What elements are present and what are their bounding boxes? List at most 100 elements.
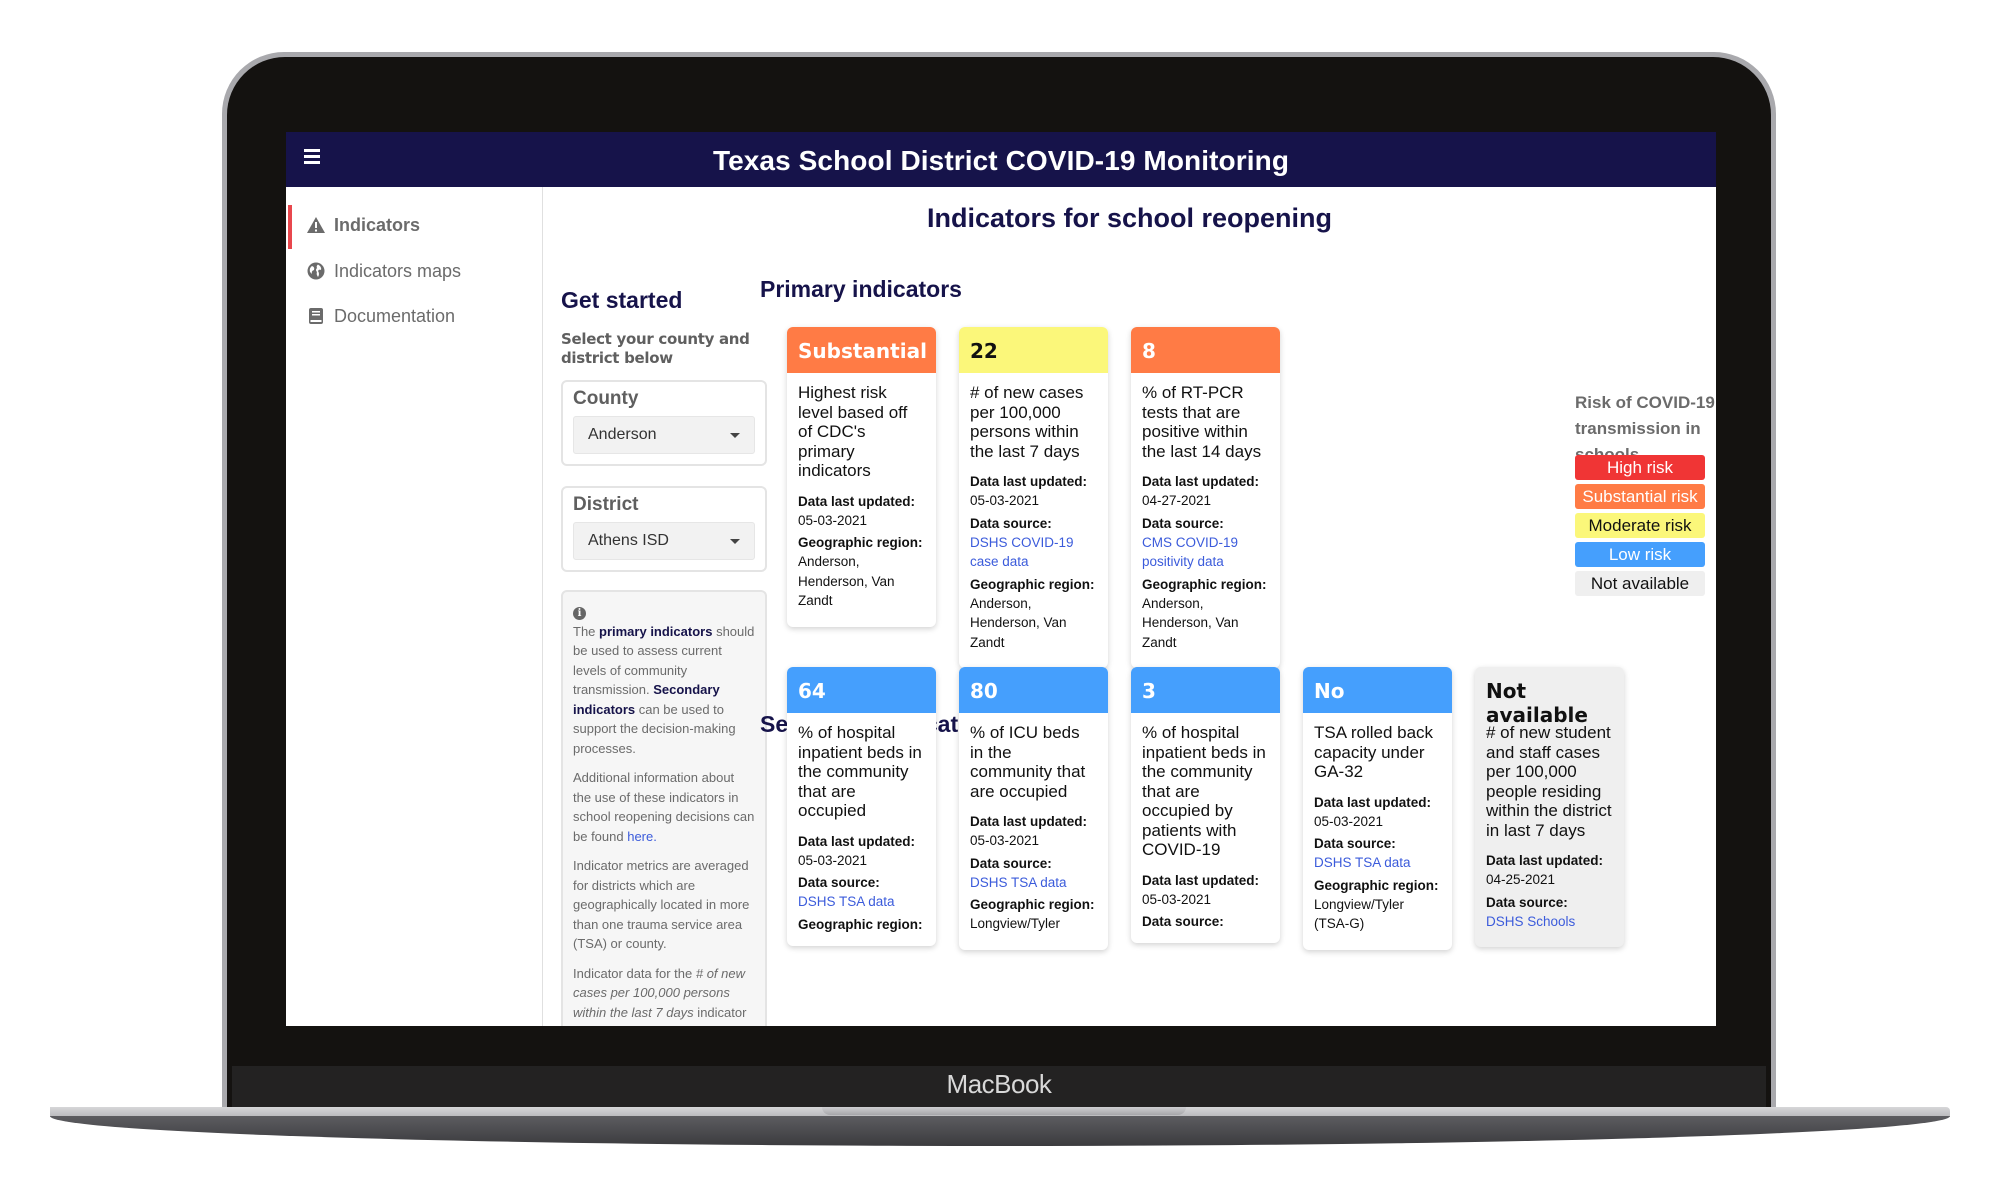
source-label: Data source:	[1142, 914, 1224, 929]
card-value: No	[1303, 667, 1452, 713]
updated-date: 05-03-2021	[1314, 813, 1384, 829]
district-field: District Athens ISD	[561, 486, 767, 572]
updated-label: Data last updated:	[1314, 794, 1432, 810]
region-value: Anderson, Henderson, Van Zandt	[798, 554, 895, 608]
card-body: TSA rolled back capacity under GA-32 Data…	[1303, 713, 1452, 950]
card-description: # of new student and staff cases per 100…	[1486, 723, 1612, 840]
source-label: Data source:	[1314, 836, 1396, 851]
warning-triangle-icon	[307, 217, 325, 233]
chevron-down-icon	[730, 539, 740, 544]
updated-date: 05-03-2021	[970, 833, 1040, 848]
legend-item: Substantial risk	[1575, 484, 1705, 509]
county-field: County Anderson	[561, 380, 767, 466]
district-select-value: Athens ISD	[588, 532, 669, 549]
card-value: Substantial	[787, 327, 936, 373]
sidebar-item-label: Indicators maps	[334, 261, 462, 281]
card-description: Highest risk level based off of CDC's pr…	[798, 383, 908, 480]
source-label: Data source:	[970, 515, 1052, 531]
legend-item: Moderate risk	[1575, 513, 1705, 538]
primary-indicator-card: 22 # of new cases per 100,000 persons wit…	[959, 327, 1108, 668]
card-value: 8	[1131, 327, 1280, 373]
primary-indicator-card: 8 % of RT-PCR tests that are positive wit…	[1131, 327, 1280, 668]
district-select[interactable]: Athens ISD	[573, 522, 755, 560]
card-body: # of new cases per 100,000 persons withi…	[959, 373, 1108, 668]
app-header: Texas School District COVID-19 Monitorin…	[286, 132, 1716, 187]
secondary-indicator-card: Not available # of new student and staff …	[1475, 667, 1624, 947]
updated-date: 05-03-2021	[970, 493, 1040, 508]
county-select-value: Anderson	[588, 426, 657, 443]
updated-date: 04-25-2021	[1486, 872, 1556, 887]
info-box: i The primary indicators should be used …	[561, 590, 767, 1026]
updated-label: Data last updated:	[798, 833, 916, 849]
region-value: Longview/Tyler	[970, 916, 1061, 931]
globe-icon	[307, 262, 325, 280]
sidebar-item-label: Indicators	[334, 215, 421, 235]
source-label: Data source:	[1142, 515, 1224, 531]
source-label: Data source:	[1486, 894, 1568, 910]
main-content: Indicators for school reopening Get star…	[543, 187, 1716, 1026]
updated-label: Data last updated:	[970, 474, 1088, 489]
book-icon	[309, 308, 323, 324]
card-value: 64	[787, 667, 936, 713]
primary-indicators-heading: Primary indicators	[760, 276, 962, 302]
laptop-chin: MacBook	[232, 1066, 1766, 1108]
source-link[interactable]: DSHS TSA data	[970, 873, 1097, 893]
sidebar-item-label: Documentation	[334, 306, 456, 326]
updated-label: Data last updated:	[1142, 474, 1260, 489]
primary-indicator-card: Substantial Highest risk level based off …	[787, 327, 936, 627]
region-value: Anderson, Henderson, Van Zandt	[970, 595, 1067, 650]
updated-date: 05-03-2021	[798, 852, 868, 868]
card-value: 80	[959, 667, 1108, 713]
get-started-panel: Get started Select your county and distr…	[561, 287, 767, 1026]
legend-item: Not available	[1575, 571, 1705, 596]
card-value: 22	[959, 327, 1108, 373]
device-brand-label: MacBook	[946, 1069, 1052, 1099]
card-body: % of hospital inpatient beds in the comm…	[1131, 713, 1280, 943]
select-hint: Select your county and district below	[561, 330, 750, 367]
card-description: % of hospital inpatient beds in the comm…	[1142, 723, 1266, 859]
secondary-indicator-card: 64 % of hospital inpatient beds in the co…	[787, 667, 936, 946]
legend-item: Low risk	[1575, 542, 1705, 567]
source-link[interactable]: CMS COVID-19 positivity data	[1142, 533, 1269, 572]
info-paragraph: Indicator data for the # of new cases pe…	[573, 965, 747, 1027]
sidebar-item-documentation[interactable]: Documentation	[286, 294, 542, 338]
county-label: County	[573, 388, 639, 409]
source-label: Data source:	[970, 855, 1052, 871]
sidebar-item-indicators[interactable]: Indicators	[286, 203, 542, 249]
updated-date: 05-03-2021	[1142, 891, 1212, 907]
info-icon: i	[573, 607, 586, 620]
info-paragraph: Indicator metrics are averaged for distr…	[573, 858, 750, 951]
source-link[interactable]: DSHS TSA data	[1314, 853, 1441, 873]
source-link[interactable]: DSHS COVID-19 case data	[970, 533, 1097, 572]
laptop-base	[50, 1116, 1950, 1146]
card-value: Not available	[1475, 667, 1624, 727]
region-label: Geographic region:	[1142, 576, 1267, 592]
sidebar-item-indicators-maps[interactable]: Indicators maps	[286, 249, 542, 293]
county-select[interactable]: Anderson	[573, 416, 755, 454]
region-label: Geographic region:	[970, 897, 1095, 912]
get-started-heading: Get started	[561, 287, 683, 313]
page-title: Indicators for school reopening	[926, 203, 1333, 233]
source-link[interactable]: DSHS TSA data	[798, 892, 925, 912]
card-description: % of ICU beds in the community that are …	[970, 723, 1086, 801]
card-body: % of RT-PCR tests that are positive with…	[1131, 373, 1280, 668]
region-value: Longview/Tyler (TSA-G)	[1314, 896, 1405, 932]
app-screen: Texas School District COVID-19 Monitorin…	[286, 132, 1716, 1026]
region-label: Geographic region:	[1314, 877, 1439, 893]
card-body: # of new student and staff cases per 100…	[1475, 713, 1624, 947]
chevron-down-icon	[730, 433, 740, 438]
card-body: % of hospital inpatient beds in the comm…	[787, 713, 936, 946]
secondary-indicator-card: No TSA rolled back capacity under GA-32 Da…	[1303, 667, 1452, 950]
updated-date: 04-27-2021	[1142, 493, 1212, 508]
laptop-hinge-notch	[822, 1107, 1186, 1115]
card-body: Highest risk level based off of CDC's pr…	[787, 373, 936, 627]
sidebar: Indicators Indicators maps Documentation	[286, 187, 543, 1026]
card-value: 3	[1131, 667, 1280, 713]
app-title: Texas School District COVID-19 Monitorin…	[712, 145, 1290, 176]
source-link[interactable]: DSHS Schools	[1486, 912, 1613, 932]
region-label: Geographic region:	[798, 535, 923, 550]
region-label: Geographic region:	[970, 576, 1095, 592]
info-paragraph: Additional information about the use of …	[573, 770, 755, 844]
info-here-link[interactable]: here.	[627, 829, 657, 844]
updated-label: Data last updated:	[970, 814, 1088, 829]
